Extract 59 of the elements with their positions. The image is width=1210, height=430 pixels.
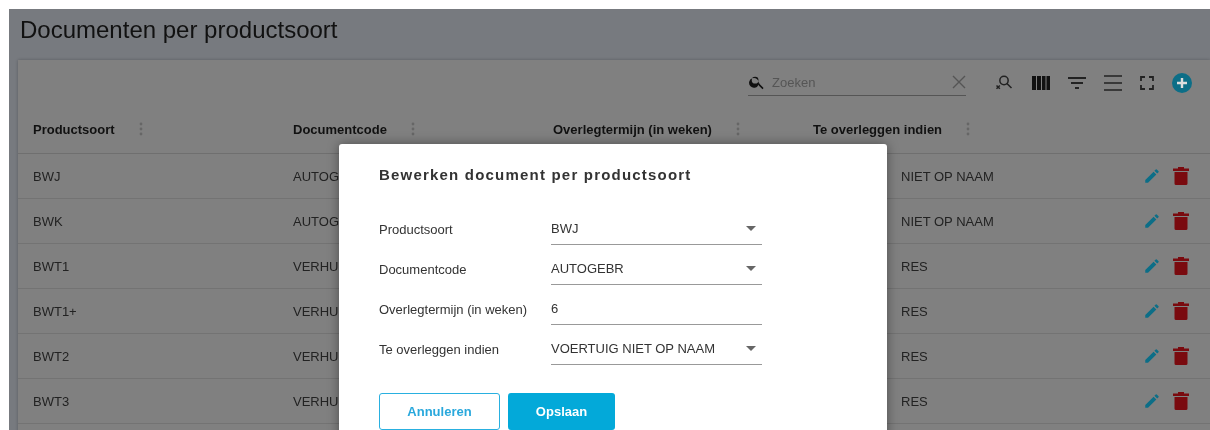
delete-icon[interactable] xyxy=(1173,302,1189,320)
table-cell-text: NIET OP NAAM xyxy=(901,168,995,184)
table-cell-text: BWT2 xyxy=(33,348,71,364)
dropdown-caret-icon xyxy=(746,266,756,271)
table-cell: AUTOG xyxy=(293,213,339,229)
edit-icon[interactable] xyxy=(1143,257,1161,275)
table-cell: VERHU xyxy=(293,258,339,274)
column-header[interactable]: Documentcode xyxy=(293,121,387,137)
dropdown-caret-icon xyxy=(746,346,756,351)
column-header[interactable]: Productsoort xyxy=(33,121,115,137)
columns-icon[interactable] xyxy=(1032,75,1050,90)
column-menu-icon[interactable] xyxy=(410,122,415,136)
delete-icon[interactable] xyxy=(1173,392,1189,410)
delete-icon[interactable] xyxy=(1173,167,1189,185)
table-cell-text: BWK xyxy=(33,213,64,229)
edit-icon[interactable] xyxy=(1143,167,1161,185)
dropdown-caret-icon xyxy=(746,226,756,231)
save-button[interactable]: Opslaan xyxy=(508,393,615,430)
density-icon[interactable] xyxy=(1104,74,1122,91)
table-cell: VERHU xyxy=(293,393,339,409)
clear-icon[interactable] xyxy=(952,75,966,89)
table-cell-text: RES xyxy=(901,258,929,274)
column-header[interactable]: Overlegtermijn (in weken) xyxy=(553,121,712,137)
table-cell-text: BWT3 xyxy=(33,393,71,409)
select-field[interactable]: BWJ xyxy=(551,213,762,245)
field-label: Te overleggen indien xyxy=(379,341,500,357)
edit-icon[interactable] xyxy=(1143,392,1161,410)
table-cell: VERHU xyxy=(293,303,339,319)
field-label: Documentcode xyxy=(379,261,468,277)
column-menu-icon[interactable] xyxy=(138,122,143,136)
column-header[interactable]: Te overleggen indien xyxy=(813,121,943,137)
input-field[interactable]: 6 xyxy=(551,293,762,325)
edit-icon[interactable] xyxy=(1143,212,1161,230)
add-icon[interactable] xyxy=(1172,72,1192,93)
select-field[interactable]: AUTOGEBR xyxy=(551,253,762,285)
dialog-title: Bewerken document per productsoort xyxy=(379,166,693,183)
cancel-button[interactable]: Annuleren xyxy=(379,393,500,430)
filter-icon[interactable] xyxy=(1068,76,1086,89)
table-cell-text: BWT1+ xyxy=(33,303,78,319)
column-menu-icon[interactable] xyxy=(966,122,971,136)
table-cell: VERHU xyxy=(293,348,339,364)
table-cell-text: NIET OP NAAM xyxy=(901,213,995,229)
field-label: Productsoort xyxy=(379,221,454,237)
edit-icon[interactable] xyxy=(1143,347,1161,365)
table-cell-text: RES xyxy=(901,348,929,364)
field-label: Overlegtermijn (in weken) xyxy=(379,301,529,317)
table-cell: AUTOG xyxy=(293,168,339,184)
table-cell-text: RES xyxy=(901,303,929,319)
select-field[interactable]: VOERTUIG NIET OP NAAM xyxy=(551,333,762,365)
delete-icon[interactable] xyxy=(1173,257,1189,275)
table-cell-text: BWT1 xyxy=(33,258,71,274)
delete-icon[interactable] xyxy=(1173,347,1189,365)
table-cell-text: BWJ xyxy=(33,168,62,184)
fullscreen-icon[interactable] xyxy=(1140,75,1154,90)
table-cell-text: RES xyxy=(901,393,929,409)
edit-icon[interactable] xyxy=(1143,302,1161,320)
column-menu-icon[interactable] xyxy=(735,122,740,136)
delete-icon[interactable] xyxy=(1173,212,1189,230)
page-title: Documenten per productsoort xyxy=(19,15,338,45)
